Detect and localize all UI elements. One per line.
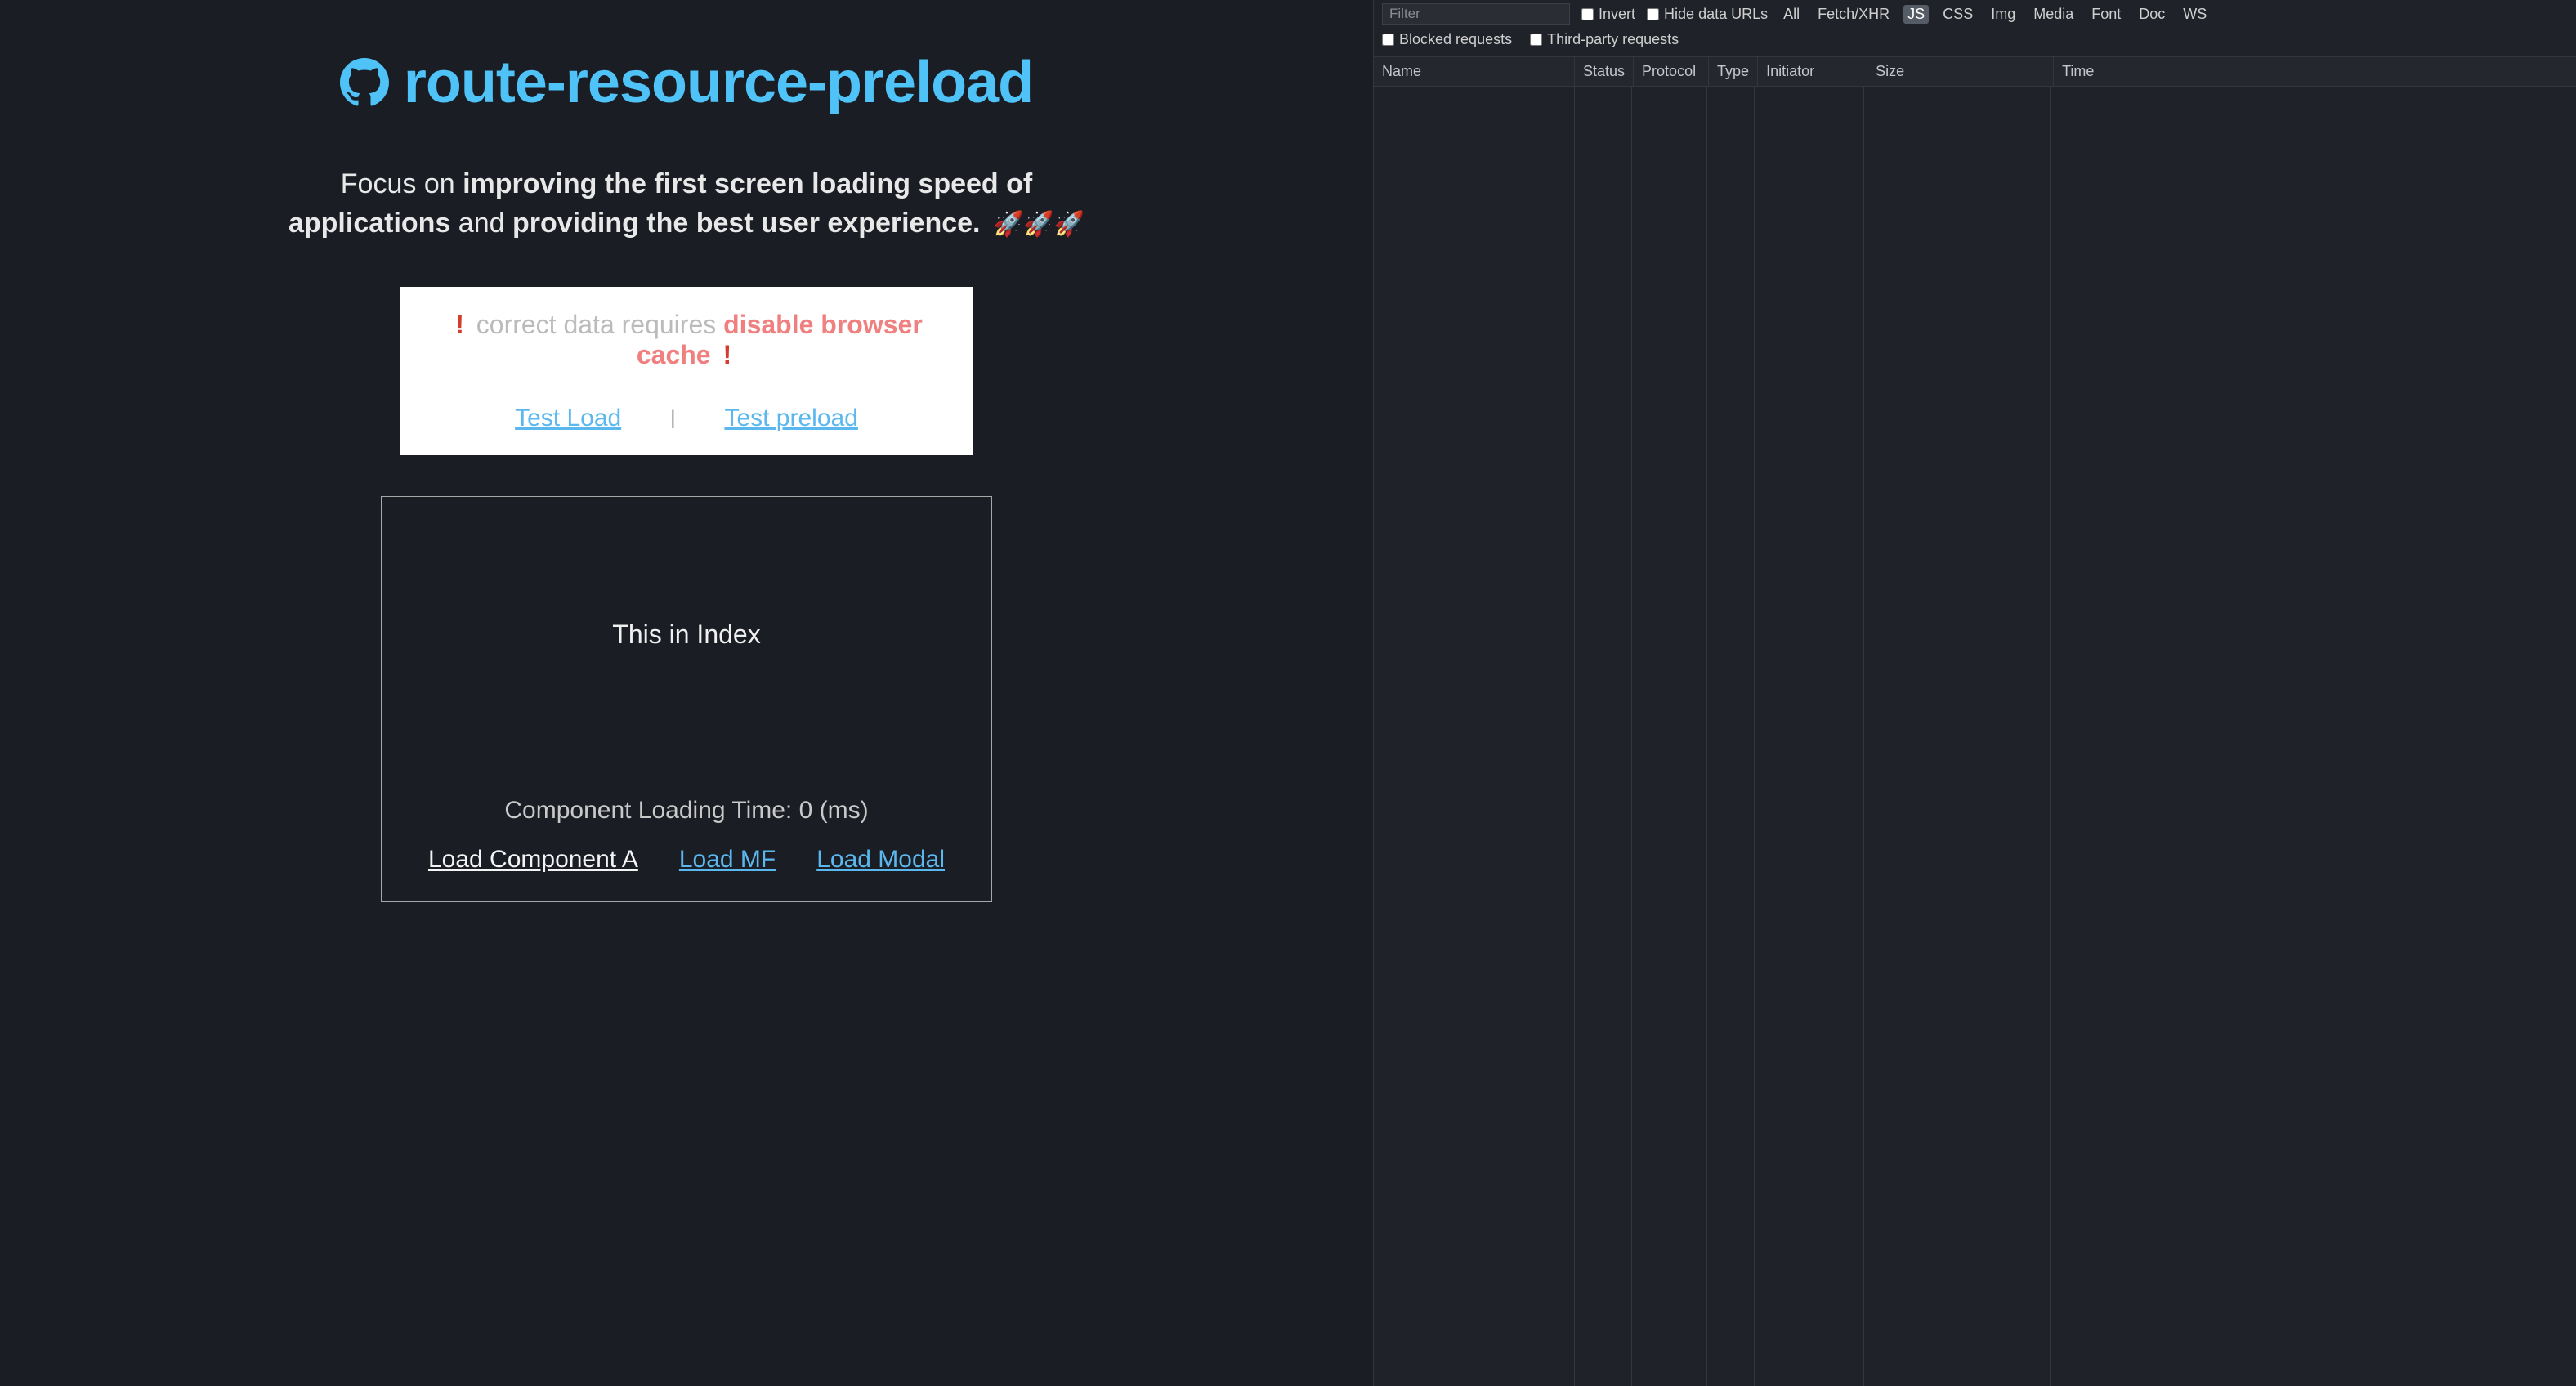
blocked-requests-checkbox[interactable]: Blocked requests (1382, 31, 1512, 48)
warning-pre: correct data requires (469, 310, 723, 339)
filter-font[interactable]: Font (2087, 5, 2125, 24)
warning-bang-icon: ! (455, 310, 464, 339)
network-table-body (1374, 87, 2576, 1386)
invert-checkbox-box[interactable] (1581, 8, 1594, 20)
title-row: route-resource-preload (340, 49, 1033, 116)
filter-doc[interactable]: Doc (2135, 5, 2169, 24)
blocked-requests-checkbox-box[interactable] (1382, 34, 1394, 46)
tagline-pre: Focus on (341, 168, 463, 199)
test-load-link[interactable]: Test Load (515, 405, 621, 432)
load-modal-link[interactable]: Load Modal (816, 846, 945, 874)
filter-fetch-xhr[interactable]: Fetch/XHR (1813, 5, 1894, 24)
filter-ws[interactable]: WS (2179, 5, 2211, 24)
devtools-toolbar-2: Blocked requests Third-party requests (1374, 28, 2576, 57)
link-separator: | (670, 407, 675, 430)
invert-label: Invert (1599, 6, 1635, 23)
warning-bang-icon: ! (722, 340, 731, 369)
test-preload-link[interactable]: Test preload (724, 405, 857, 432)
app-content: route-resource-preload Focus on improvin… (0, 0, 1373, 1386)
filter-js[interactable]: JS (1903, 5, 1929, 24)
rockets-icon: 🚀🚀🚀 (993, 211, 1085, 238)
load-mf-link[interactable]: Load MF (679, 846, 776, 874)
timing-label: Component Loading Time: (504, 797, 798, 824)
devtools-toolbar: Invert Hide data URLs All Fetch/XHR JS C… (1374, 0, 2576, 28)
third-party-checkbox[interactable]: Third-party requests (1530, 31, 1679, 48)
blocked-requests-label: Blocked requests (1399, 31, 1512, 48)
column-header-type[interactable]: Type (1709, 57, 1758, 86)
hide-data-urls-checkbox[interactable]: Hide data URLs (1647, 6, 1768, 23)
devtools-network-panel: Invert Hide data URLs All Fetch/XHR JS C… (1373, 0, 2576, 1386)
invert-checkbox[interactable]: Invert (1581, 6, 1635, 23)
column-header-time[interactable]: Time (2054, 57, 2576, 86)
hide-data-urls-checkbox-box[interactable] (1647, 8, 1659, 20)
page-title: route-resource-preload (404, 49, 1033, 116)
filter-all[interactable]: All (1779, 5, 1804, 24)
load-component-a-link[interactable]: Load Component A (428, 846, 638, 874)
filter-img[interactable]: Img (1987, 5, 2019, 24)
network-table-header: Name Status Protocol Type Initiator Size… (1374, 57, 2576, 87)
warning-line: ! correct data requires disable browser … (420, 310, 953, 370)
hide-data-urls-label: Hide data URLs (1664, 6, 1768, 23)
demo-box: This in Index Component Loading Time: 0 … (381, 496, 992, 902)
tagline-mid: and (450, 208, 512, 239)
tagline-bold2: providing the best user experience. (512, 208, 981, 239)
column-header-status[interactable]: Status (1575, 57, 1634, 86)
column-header-initiator[interactable]: Initiator (1758, 57, 1867, 86)
third-party-checkbox-box[interactable] (1530, 34, 1542, 46)
demo-title: This in Index (406, 619, 967, 650)
timing-suffix: (ms) (812, 797, 868, 824)
github-icon[interactable] (340, 58, 389, 107)
filter-css[interactable]: CSS (1939, 5, 1977, 24)
network-filter-input[interactable] (1382, 3, 1570, 25)
filter-media[interactable]: Media (2029, 5, 2077, 24)
timing-value: 0 (799, 797, 813, 824)
column-header-protocol[interactable]: Protocol (1634, 57, 1709, 86)
resource-type-filters: All Fetch/XHR JS CSS Img Media Font Doc … (1779, 5, 2211, 24)
warning-box: ! correct data requires disable browser … (400, 287, 973, 455)
column-header-size[interactable]: Size (1867, 57, 2054, 86)
column-header-name[interactable]: Name (1374, 57, 1575, 86)
demo-timing: Component Loading Time: 0 (ms) (406, 797, 967, 825)
tagline: Focus on improving the first screen load… (286, 165, 1087, 243)
third-party-label: Third-party requests (1547, 31, 1679, 48)
